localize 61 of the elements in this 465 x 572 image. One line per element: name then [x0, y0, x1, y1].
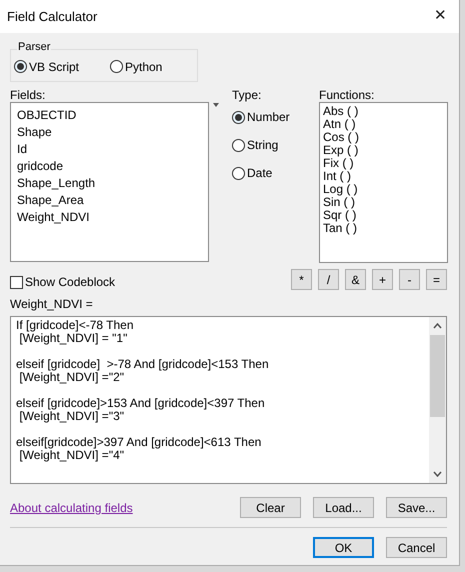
function-item[interactable]: Atn ( ) [323, 118, 444, 131]
radio-label[interactable]: Python [125, 58, 162, 76]
function-item[interactable]: Abs ( ) [323, 105, 444, 118]
radio-button[interactable] [232, 138, 245, 152]
function-item[interactable]: Int ( ) [323, 170, 444, 183]
radio-button[interactable] [232, 110, 245, 124]
field-item[interactable]: Shape_Length [17, 175, 202, 192]
field-item[interactable]: Id [17, 141, 202, 158]
radio-button[interactable] [14, 60, 27, 73]
radio-button[interactable] [232, 166, 245, 180]
scrollbar[interactable] [429, 317, 446, 483]
operator-button[interactable]: = [426, 269, 447, 290]
scroll-down-icon[interactable] [433, 471, 442, 477]
field-item[interactable]: Shape_Area [17, 192, 202, 209]
fields-label: Fields: [10, 87, 46, 102]
operator-button[interactable]: - [399, 269, 420, 290]
code-line: [Weight_NDVI] ="4" [19, 449, 126, 462]
function-item[interactable]: Tan ( ) [323, 222, 444, 235]
dropdown-icon[interactable] [213, 103, 219, 107]
radio-label[interactable]: VB Script [29, 58, 80, 76]
field-item[interactable]: Shape [17, 124, 202, 141]
radio-label[interactable]: Date [247, 164, 272, 182]
operator-button[interactable]: & [345, 269, 366, 290]
operator-button[interactable]: / [318, 269, 339, 290]
scrollbar-thumb[interactable] [430, 335, 445, 417]
type-label: Type: [232, 87, 262, 102]
window-title: Field Calculator [7, 8, 98, 26]
code-line: [Weight_NDVI] = "1" [18, 332, 128, 345]
function-item[interactable]: Log ( ) [323, 183, 444, 196]
expression-editor[interactable] [10, 316, 447, 484]
function-item[interactable]: Sin ( ) [323, 196, 444, 209]
radio-label[interactable]: String [247, 136, 278, 154]
code-line: If [gridcode]<-78 Then [16, 319, 135, 332]
help-link[interactable]: About calculating fields [10, 498, 133, 516]
dialog-button[interactable]: OK [313, 537, 374, 558]
function-item[interactable]: Sqr ( ) [323, 209, 444, 222]
code-line: elseif[gridcode]>397 And [gridcode]<613 Then [16, 436, 262, 449]
functions-label: Functions: [319, 87, 376, 102]
dialog-button[interactable]: Cancel [386, 537, 447, 558]
function-item[interactable]: Exp ( ) [323, 144, 444, 157]
action-button[interactable]: Clear [240, 497, 301, 518]
code-line: elseif [gridcode]>153 And [gridcode]<397 Then [16, 397, 266, 410]
function-item[interactable]: Cos ( ) [323, 131, 444, 144]
operator-button[interactable]: + [372, 269, 393, 290]
group-label: Parser [17, 42, 52, 53]
expression-label: Weight_NDVI = [10, 296, 94, 313]
action-button[interactable]: Load... [313, 497, 374, 518]
code-line: [Weight_NDVI] ="3" [18, 410, 124, 423]
radio-button[interactable] [110, 60, 123, 73]
scroll-up-icon[interactable] [433, 323, 442, 329]
radio-label[interactable]: Number [247, 108, 290, 126]
function-item[interactable]: Fix ( ) [323, 157, 444, 170]
field-item[interactable]: OBJECTID [17, 107, 202, 124]
show-codeblock-checkbox[interactable]: Show Codeblock [10, 273, 116, 291]
action-button[interactable]: Save... [386, 497, 447, 518]
code-line: elseif [gridcode] >-78 And [gridcode]<153 Then [16, 358, 270, 371]
close-button[interactable]: ✕ [429, 5, 452, 28]
code-line: [Weight_NDVI] ="2" [18, 371, 126, 384]
field-item[interactable]: gridcode [17, 158, 202, 175]
operator-button[interactable]: * [291, 269, 312, 290]
field-item[interactable]: Weight_NDVI [17, 209, 202, 226]
